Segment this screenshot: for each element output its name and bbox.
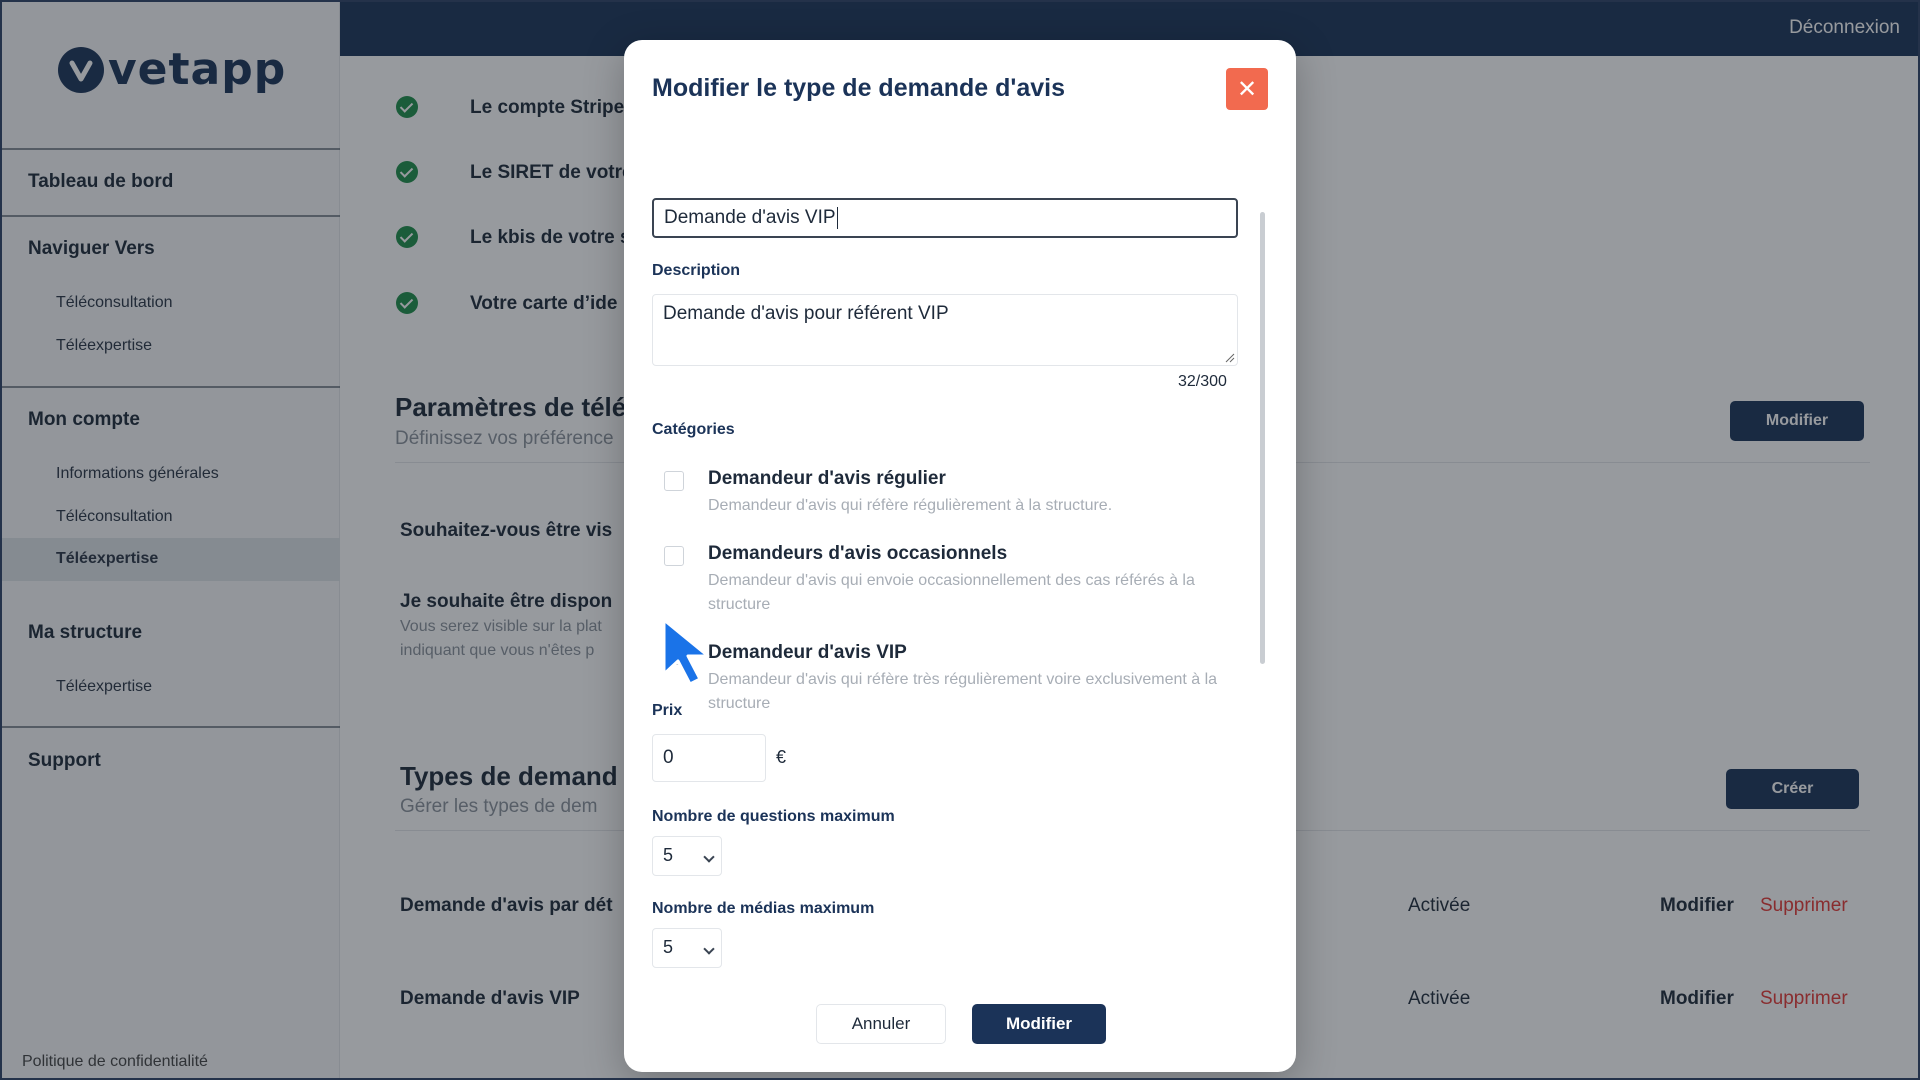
category-checkbox[interactable]: [664, 471, 684, 491]
max-questions-select[interactable]: 5: [652, 836, 722, 876]
max-media-select[interactable]: 5: [652, 928, 722, 968]
max-questions-label: Nombre de questions maximum: [652, 808, 895, 825]
price-label: Prix: [652, 702, 683, 719]
description-textarea[interactable]: Demande d'avis pour référent VIP: [652, 294, 1238, 366]
max-questions-value: 5: [663, 845, 674, 865]
max-media-label: Nombre de médias maximum: [652, 900, 875, 917]
category-title[interactable]: Demandeur d'avis VIP: [708, 642, 907, 664]
price-input[interactable]: 0: [652, 734, 766, 782]
submit-button[interactable]: Modifier: [972, 1004, 1106, 1044]
chevron-down-icon: [703, 851, 715, 863]
resize-handle-icon[interactable]: [1225, 353, 1235, 363]
mouse-pointer-icon: [662, 618, 710, 686]
close-button[interactable]: ✕: [1226, 68, 1268, 110]
description-label: Description: [652, 262, 741, 279]
close-icon: ✕: [1236, 75, 1258, 103]
category-desc: Demandeur d'avis qui envoie occasionnell…: [708, 572, 1195, 613]
category-desc: Demandeur d'avis qui réfère régulièremen…: [708, 497, 1113, 514]
max-media-value: 5: [663, 937, 674, 957]
type-name-value: Demande d'avis VIP: [664, 207, 836, 228]
modal-scrollbar[interactable]: [1260, 212, 1265, 664]
chevron-down-icon: [703, 943, 715, 955]
modal-title: Modifier le type de demande d'avis: [652, 74, 1066, 102]
currency-symbol: €: [776, 747, 787, 767]
cancel-button[interactable]: Annuler: [816, 1004, 946, 1044]
price-value: 0: [663, 747, 674, 768]
categories-label: Catégories: [652, 421, 735, 438]
type-name-input[interactable]: Demande d'avis VIP: [652, 198, 1238, 238]
category-checkbox[interactable]: [664, 546, 684, 566]
category-title[interactable]: Demandeur d'avis régulier: [708, 468, 946, 490]
category-title[interactable]: Demandeurs d'avis occasionnels: [708, 543, 1007, 565]
char-counter: 32/300: [1178, 373, 1227, 390]
edit-type-modal: Modifier le type de demande d'avis ✕ Dem…: [624, 40, 1296, 1072]
category-desc: Demandeur d'avis qui réfère très réguliè…: [708, 671, 1218, 712]
text-caret: [836, 206, 838, 229]
description-value: Demande d'avis pour référent VIP: [663, 303, 949, 324]
